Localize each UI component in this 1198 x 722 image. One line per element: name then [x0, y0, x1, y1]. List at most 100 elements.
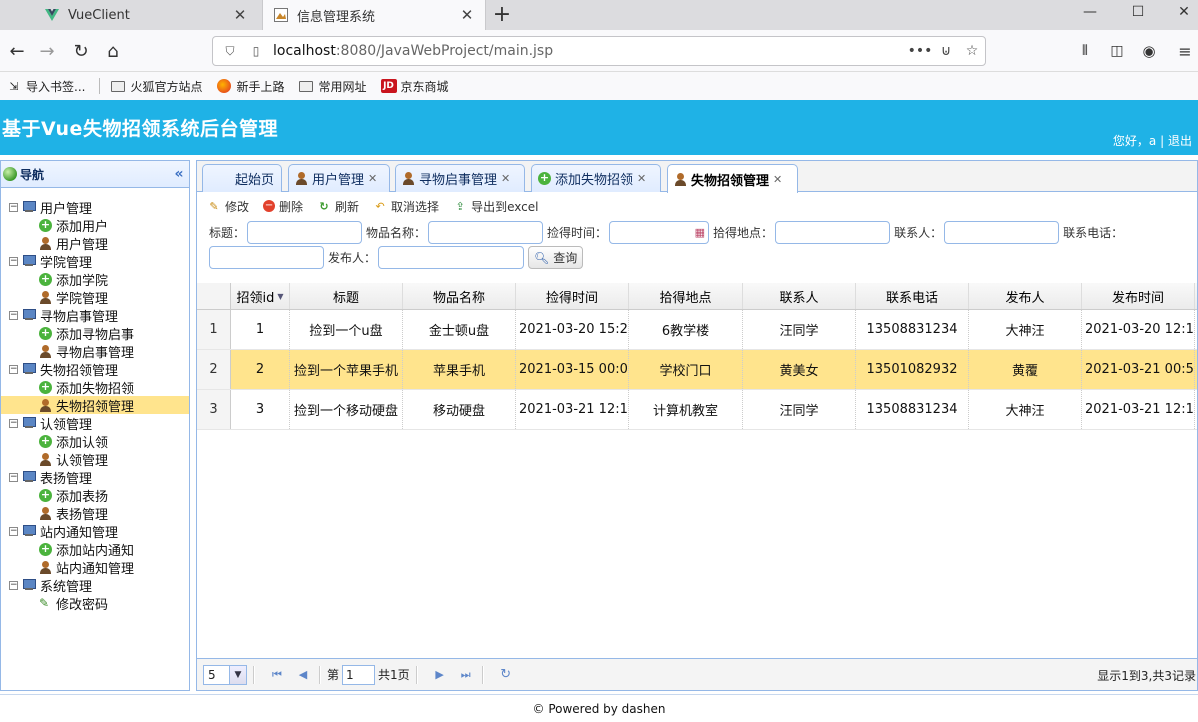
tab-add-found-item[interactable]: + 添加失物招领 ✕ — [531, 164, 661, 192]
column-header[interactable]: 物品名称 — [403, 283, 516, 309]
library-icon[interactable]: ⫴ — [1072, 38, 1098, 64]
nav-group-1[interactable]: − 学院管理 — [1, 252, 189, 271]
close-icon[interactable]: ✕ — [368, 172, 377, 185]
bookmark-import[interactable]: ⇲ 导入书签... — [6, 78, 85, 95]
close-icon[interactable]: ✕ — [501, 172, 510, 185]
pocket-icon[interactable]: ⊍ — [933, 43, 959, 59]
edit-button[interactable]: ✎ 修改 — [207, 198, 249, 215]
nav-group-6[interactable]: − 站内通知管理 — [1, 522, 189, 541]
contact-input[interactable] — [944, 221, 1060, 244]
bookmark-firefox-site[interactable]: 火狐官方站点 — [110, 78, 202, 95]
refresh-button[interactable]: ↻ 刷新 — [317, 198, 359, 215]
page-number-input[interactable]: 1 — [342, 664, 376, 685]
column-header[interactable]: 发布时间 — [1082, 283, 1195, 309]
maximize-icon[interactable]: ☐ — [1128, 4, 1148, 20]
title-input[interactable] — [247, 221, 363, 244]
more-icon[interactable]: ••• — [907, 43, 933, 59]
url-bar[interactable]: ⛉ ▯ localhost:8080/JavaWebProject/main.j… — [212, 36, 986, 66]
next-page-icon[interactable]: ▶ — [430, 668, 450, 681]
nav-group-2[interactable]: − 寻物启事管理 — [1, 306, 189, 325]
browser-tab-info-system[interactable]: 信息管理系统 ✕ — [262, 0, 486, 30]
account-icon[interactable]: ◉ — [1136, 38, 1162, 64]
logout-link[interactable]: 退出 — [1168, 134, 1192, 148]
column-header[interactable]: 发布人 — [969, 283, 1082, 309]
last-page-icon[interactable]: ⏭ — [456, 668, 476, 682]
nav-group-7[interactable]: − 系统管理 — [1, 576, 189, 595]
bookmark-getting-started[interactable]: 新手上路 — [216, 78, 284, 95]
pick-place-input[interactable] — [775, 221, 891, 244]
nav-item-2-1[interactable]: 寻物启事管理 — [1, 342, 189, 361]
query-button[interactable]: 🔍︎ 查询 — [528, 246, 584, 269]
nav-item-1-1[interactable]: 学院管理 — [1, 288, 189, 307]
star-icon[interactable]: ☆ — [959, 43, 985, 59]
close-icon[interactable]: ✕ — [459, 6, 475, 24]
column-header[interactable]: 捡得时间 — [516, 283, 629, 309]
close-icon[interactable]: ✕ — [232, 6, 248, 24]
reload-page-icon[interactable]: ↻ — [496, 667, 516, 682]
export-excel-button[interactable]: ⇪ 导出到excel — [453, 198, 538, 215]
cancel-select-button[interactable]: ↶ 取消选择 — [373, 198, 439, 215]
menu-icon[interactable]: ≡ — [1172, 38, 1198, 64]
collapse-toggle-icon[interactable]: − — [9, 418, 18, 428]
item-name-input[interactable] — [428, 221, 544, 244]
prev-page-icon[interactable]: ◀ — [293, 668, 313, 681]
close-icon[interactable]: ✕ — [773, 173, 782, 186]
tab-user-manage[interactable]: 用户管理 ✕ — [288, 164, 390, 192]
pick-time-input[interactable]: ▦ — [609, 221, 710, 244]
chevron-down-icon[interactable]: ▼ — [229, 665, 246, 684]
nav-item-3-0[interactable]: + 添加失物招领 — [1, 378, 189, 397]
tab-lost-notice-manage[interactable]: 寻物启事管理 ✕ — [395, 164, 525, 192]
column-header[interactable]: 联系人 — [743, 283, 856, 309]
nav-item-4-0[interactable]: + 添加认领 — [1, 432, 189, 451]
nav-item-5-1[interactable]: 表扬管理 — [1, 504, 189, 523]
home-icon[interactable]: ⌂ — [100, 38, 126, 64]
back-icon[interactable]: ← — [4, 38, 30, 64]
column-header[interactable]: 联系电话 — [856, 283, 969, 309]
nav-item-4-1[interactable]: 认领管理 — [1, 450, 189, 469]
tab-home[interactable]: 起始页 — [202, 164, 282, 192]
sidebar-toggle-icon[interactable]: ◫ — [1104, 38, 1130, 64]
shield-icon[interactable]: ⛉ — [221, 44, 239, 59]
nav-item-0-1[interactable]: 用户管理 — [1, 234, 189, 253]
nav-item-3-1[interactable]: 失物招领管理 — [1, 396, 189, 415]
collapse-toggle-icon[interactable]: − — [9, 526, 18, 536]
column-header[interactable]: 拾得地点 — [629, 283, 743, 309]
tab-found-item-manage[interactable]: 失物招领管理 ✕ — [667, 164, 798, 193]
delete-button[interactable]: − 删除 — [263, 198, 303, 215]
bookmark-jd[interactable]: JD 京东商城 — [380, 78, 449, 95]
close-window-icon[interactable]: ✕ — [1174, 4, 1194, 20]
table-row[interactable]: 1 1 捡到一个u盘 金士顿u盘 2021-03-20 15:27 6教学楼 汪同学 1350… — [197, 310, 1197, 350]
collapse-toggle-icon[interactable]: − — [9, 310, 18, 320]
minimize-icon[interactable]: — — [1080, 4, 1100, 20]
collapse-toggle-icon[interactable]: − — [9, 202, 18, 212]
calendar-icon[interactable]: ▦ — [695, 226, 705, 239]
nav-group-3[interactable]: − 失物招领管理 — [1, 360, 189, 379]
new-tab-button[interactable]: + — [490, 2, 514, 27]
nav-group-5[interactable]: − 表扬管理 — [1, 468, 189, 487]
collapse-icon[interactable]: « — [169, 166, 189, 182]
collapse-toggle-icon[interactable]: − — [9, 256, 18, 266]
nav-group-4[interactable]: − 认领管理 — [1, 414, 189, 433]
nav-item-0-0[interactable]: + 添加用户 — [1, 216, 189, 235]
bookmark-common-sites[interactable]: 常用网址 — [298, 78, 367, 95]
nav-item-5-0[interactable]: + 添加表扬 — [1, 486, 189, 505]
nav-item-2-0[interactable]: + 添加寻物启事 — [1, 324, 189, 343]
page-size-select[interactable]: 5 ▼ — [203, 664, 247, 685]
nav-item-6-0[interactable]: + 添加站内通知 — [1, 540, 189, 559]
url-text[interactable]: localhost:8080/JavaWebProject/main.jsp — [273, 43, 907, 59]
first-page-icon[interactable]: ⏮ — [267, 668, 287, 682]
close-icon[interactable]: ✕ — [637, 172, 646, 185]
collapse-toggle-icon[interactable]: − — [9, 580, 18, 590]
page-info-icon[interactable]: ▯ — [247, 44, 265, 58]
column-header[interactable]: 招领id ▼ — [231, 283, 290, 309]
nav-item-7-0[interactable]: ✎ 修改密码 — [1, 594, 189, 613]
nav-item-6-1[interactable]: 站内通知管理 — [1, 558, 189, 577]
collapse-toggle-icon[interactable]: − — [9, 472, 18, 482]
table-row[interactable]: 2 2 捡到一个苹果手机 苹果手机 2021-03-15 00:00 学校门口 黄美女 135… — [197, 350, 1197, 390]
column-header[interactable]: 标题 — [290, 283, 403, 309]
reload-icon[interactable]: ↻ — [68, 38, 94, 64]
nav-group-0[interactable]: − 用户管理 — [1, 198, 189, 217]
sort-icon[interactable]: ▼ — [277, 292, 283, 301]
phone-input[interactable] — [209, 246, 324, 269]
publisher-input[interactable] — [378, 246, 525, 269]
